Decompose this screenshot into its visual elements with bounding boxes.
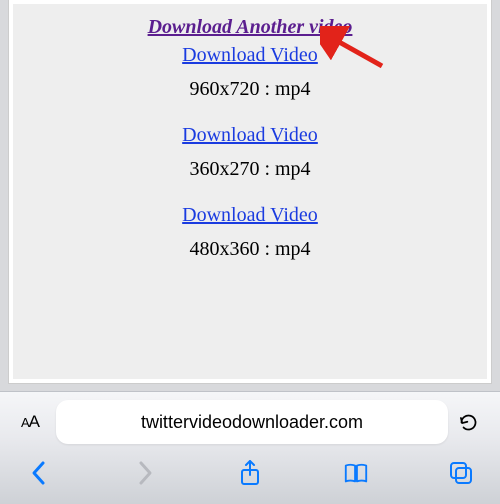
browser-chrome: AA twittervideodownloader.com — [0, 391, 500, 504]
bookmarks-button[interactable] — [343, 460, 369, 486]
reload-button[interactable] — [458, 412, 486, 433]
download-section: Download Video 960x720 : mp4 — [17, 42, 483, 102]
download-video-link[interactable]: Download Video — [17, 42, 483, 68]
share-icon — [238, 459, 262, 487]
chevron-left-icon — [30, 460, 48, 486]
url-text: twittervideodownloader.com — [141, 412, 363, 433]
tabs-icon — [448, 460, 474, 486]
forward-button — [132, 460, 158, 486]
download-section: Download Video 360x270 : mp4 — [17, 122, 483, 182]
address-bar[interactable]: twittervideodownloader.com — [56, 400, 448, 444]
share-button[interactable] — [237, 460, 263, 486]
resolution-label: 960x720 : mp4 — [17, 76, 483, 102]
download-section: Download Video 480x360 : mp4 — [17, 202, 483, 262]
resolution-label: 360x270 : mp4 — [17, 156, 483, 182]
page-content: Download Another video Download Video 96… — [13, 4, 487, 379]
text-size-button[interactable]: AA — [14, 412, 46, 432]
reload-icon — [458, 412, 479, 433]
download-video-link[interactable]: Download Video — [17, 202, 483, 228]
page-content-frame: Download Another video Download Video 96… — [8, 0, 492, 384]
resolution-label: 480x360 : mp4 — [17, 236, 483, 262]
address-bar-row: AA twittervideodownloader.com — [0, 400, 500, 452]
toolbar-row — [0, 452, 500, 504]
book-icon — [343, 461, 369, 485]
back-button[interactable] — [26, 460, 52, 486]
download-video-link[interactable]: Download Video — [17, 122, 483, 148]
tabs-button[interactable] — [448, 460, 474, 486]
download-another-video-link[interactable]: Download Another video — [17, 14, 483, 40]
chevron-right-icon — [136, 460, 154, 486]
